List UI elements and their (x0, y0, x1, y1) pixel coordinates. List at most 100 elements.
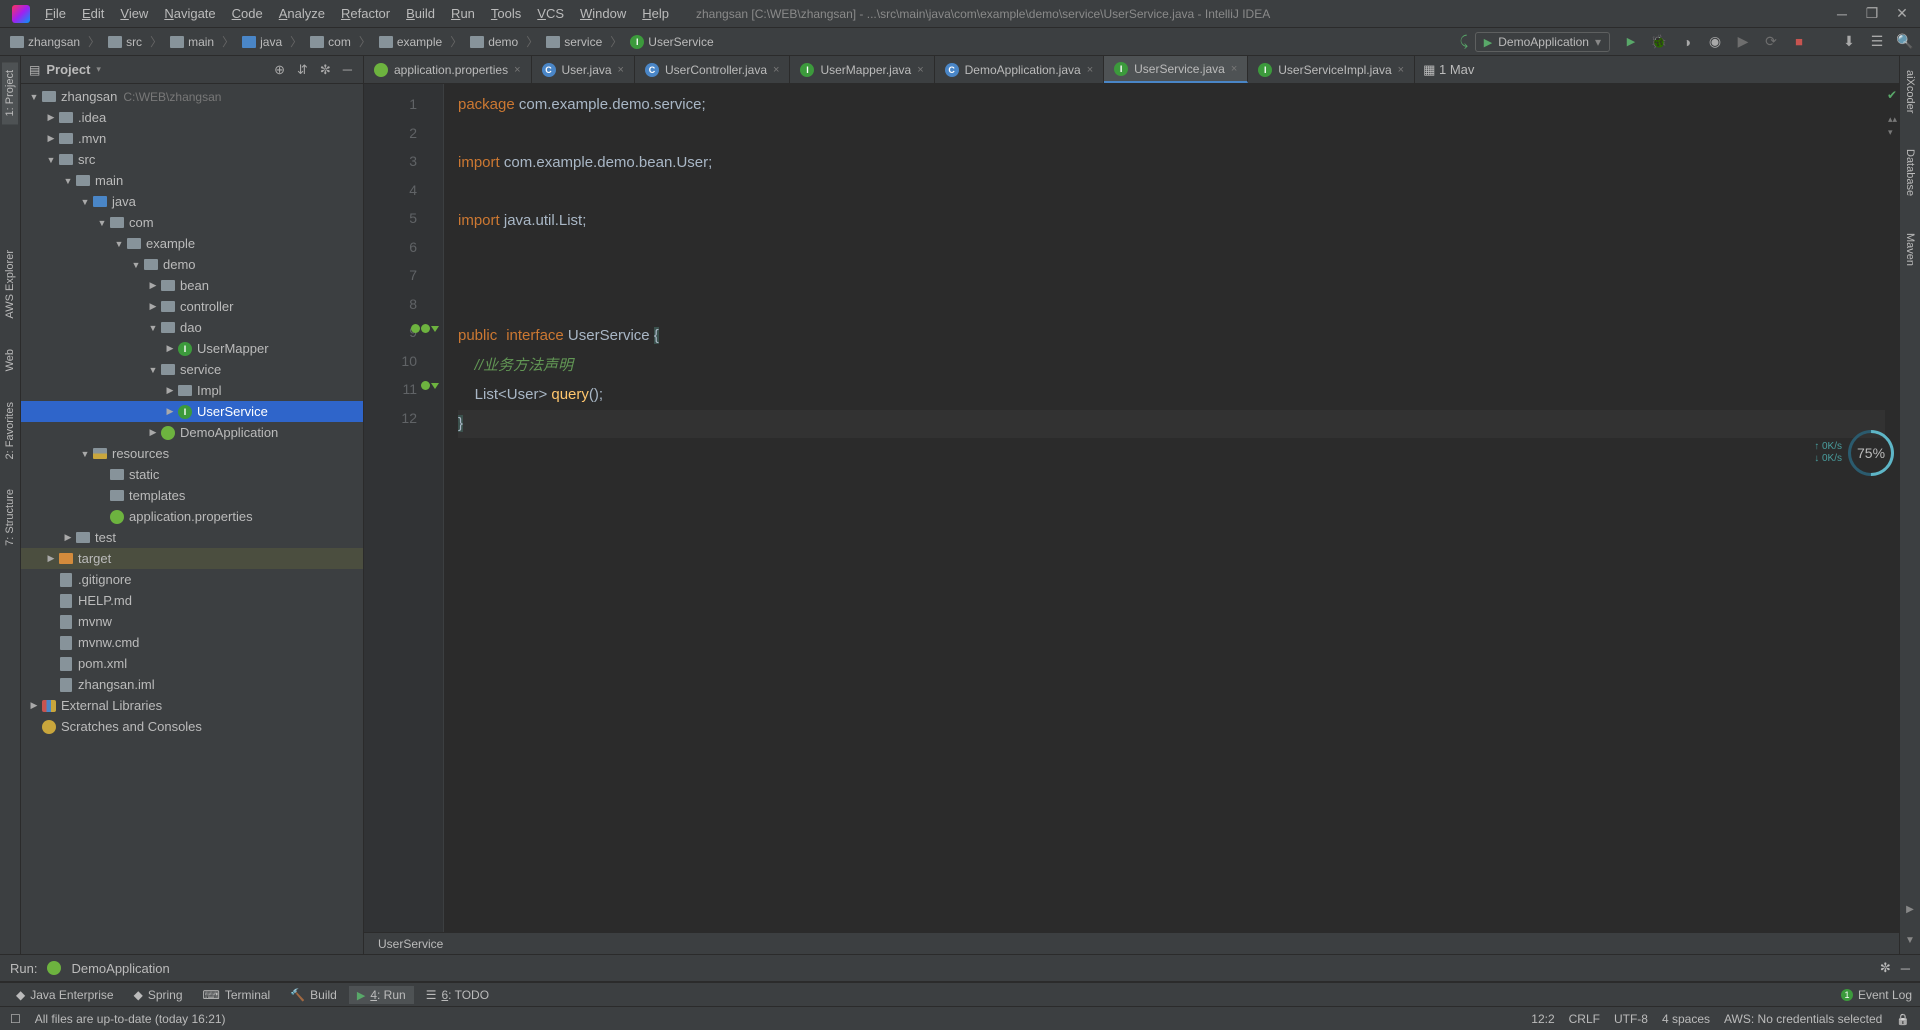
bottom-tab-Java-Enterprise[interactable]: ◆Java Enterprise (8, 986, 122, 1004)
tree-node-Impl[interactable]: ▶Impl (21, 380, 363, 401)
breadcrumb-service[interactable]: service〉 (542, 31, 626, 52)
web-tab[interactable]: Web (2, 341, 18, 379)
run-settings-icon[interactable]: ✼ (1880, 960, 1891, 976)
locate-icon[interactable]: ⊕ (271, 62, 288, 78)
memory-widget[interactable]: ↑ 0K/s ↓ 0K/s 75% (1814, 430, 1894, 476)
tree-node-templates[interactable]: templates (21, 485, 363, 506)
stop-button[interactable] (1790, 33, 1808, 51)
close-tab-icon[interactable]: × (1231, 63, 1237, 75)
tab-User.java[interactable]: CUser.java× (532, 56, 635, 83)
tab-application.properties[interactable]: application.properties× (364, 56, 532, 83)
tree-node-UserService[interactable]: ▶IUserService (21, 401, 363, 422)
tree-node-java[interactable]: ▼java (21, 191, 363, 212)
expand-all-icon[interactable]: ⇵ (294, 62, 311, 78)
tree-node-example[interactable]: ▼example (21, 233, 363, 254)
minimize-button[interactable]: ─ (1828, 3, 1856, 25)
aws-explorer-tab[interactable]: AWS Explorer (2, 242, 18, 327)
build-icon[interactable]: ⤹ (1455, 33, 1473, 51)
rerun-icon[interactable]: ⟳ (1762, 33, 1780, 51)
tree-node-dao[interactable]: ▼dao (21, 317, 363, 338)
run-hide-icon[interactable]: ─ (1901, 961, 1910, 976)
run-config-selector[interactable]: DemoApplication ▾ (1475, 32, 1610, 52)
menu-view[interactable]: View (113, 2, 155, 25)
tree-node-DemoApplication[interactable]: ▶DemoApplication (21, 422, 363, 443)
expand-right-icon[interactable]: ▶ (1906, 904, 1914, 915)
tree-node-HELP.md[interactable]: HELP.md (21, 590, 363, 611)
inspection-ok-icon[interactable]: ✔ (1887, 88, 1897, 102)
maximize-button[interactable]: ❐ (1858, 3, 1886, 25)
tree-node-zhangsan.iml[interactable]: zhangsan.iml (21, 674, 363, 695)
editor-breadcrumb[interactable]: UserService (364, 932, 1899, 954)
tree-node-.mvn[interactable]: ▶.mvn (21, 128, 363, 149)
tree-node-application.properties[interactable]: application.properties (21, 506, 363, 527)
tree-node-pom.xml[interactable]: pom.xml (21, 653, 363, 674)
tree-node-demo[interactable]: ▼demo (21, 254, 363, 275)
aixcoder-tab[interactable]: aiXcoder (1902, 62, 1918, 121)
tree-node-controller[interactable]: ▶controller (21, 296, 363, 317)
menu-code[interactable]: Code (225, 2, 270, 25)
close-button[interactable]: ✕ (1888, 3, 1916, 25)
search-icon[interactable]: 🔍 (1896, 33, 1914, 51)
close-tab-icon[interactable]: × (1398, 64, 1404, 76)
bottom-tab-Terminal[interactable]: ⌨Terminal (195, 986, 279, 1004)
menu-run[interactable]: Run (444, 2, 482, 25)
close-tab-icon[interactable]: × (917, 64, 923, 76)
readonly-lock-icon[interactable] (1896, 1012, 1910, 1026)
tree-node-bean[interactable]: ▶bean (21, 275, 363, 296)
profile-button[interactable]: ◉ (1706, 33, 1724, 51)
tree-node-resources[interactable]: ▼resources (21, 443, 363, 464)
menu-refactor[interactable]: Refactor (334, 2, 397, 25)
tab-UserMapper.java[interactable]: IUserMapper.java× (790, 56, 934, 83)
structure-tab[interactable]: 7: Structure (2, 481, 18, 554)
bottom-tab-Build[interactable]: 🔨Build (282, 986, 345, 1004)
tree-node-src[interactable]: ▼src (21, 149, 363, 170)
project-tree[interactable]: ▼zhangsanC:\WEB\zhangsan▶.idea▶.mvn▼src▼… (21, 84, 363, 954)
tree-node-com[interactable]: ▼com (21, 212, 363, 233)
menu-window[interactable]: Window (573, 2, 633, 25)
bottom-tab-6-TODO[interactable]: ☰6: TODO (418, 986, 497, 1004)
tree-node-main[interactable]: ▼main (21, 170, 363, 191)
line-separator[interactable]: CRLF (1569, 1012, 1600, 1026)
indent-info[interactable]: 4 spaces (1662, 1012, 1710, 1026)
breadcrumb-src[interactable]: src〉 (104, 31, 166, 52)
menu-navigate[interactable]: Navigate (157, 2, 222, 25)
breadcrumb-main[interactable]: main〉 (166, 31, 238, 52)
tree-node-UserMapper[interactable]: ▶IUserMapper (21, 338, 363, 359)
tab-UserService.java[interactable]: IUserService.java× (1104, 56, 1248, 83)
debug-button[interactable] (1650, 33, 1668, 51)
aws-status[interactable]: AWS: No credentials selected (1724, 1012, 1882, 1026)
project-tool-tab[interactable]: 1: Project (2, 62, 18, 124)
tabs-overflow[interactable]: ▦ 1 Mav (1415, 56, 1482, 83)
code-editor[interactable]: package com.example.demo.service; import… (444, 84, 1885, 932)
hide-panel-icon[interactable]: ─ (340, 62, 355, 77)
close-tab-icon[interactable]: × (514, 64, 520, 76)
file-encoding[interactable]: UTF-8 (1614, 1012, 1648, 1026)
breadcrumb-java[interactable]: java〉 (238, 31, 306, 52)
tab-UserServiceImpl.java[interactable]: IUserServiceImpl.java× (1248, 56, 1415, 83)
close-tab-icon[interactable]: × (618, 64, 624, 76)
tree-node-service[interactable]: ▼service (21, 359, 363, 380)
breadcrumb-example[interactable]: example〉 (375, 31, 466, 52)
editor-gutter[interactable]: 1234 5678 9 10 11 12 (364, 84, 444, 932)
caret-position[interactable]: 12:2 (1531, 1012, 1554, 1026)
favorites-tab[interactable]: 2: Favorites (2, 394, 18, 467)
settings-icon[interactable]: ✼ (317, 62, 334, 78)
menu-tools[interactable]: Tools (484, 2, 528, 25)
tree-node-External Libraries[interactable]: ▶External Libraries (21, 695, 363, 716)
tree-node-target[interactable]: ▶target (21, 548, 363, 569)
tree-node-.gitignore[interactable]: .gitignore (21, 569, 363, 590)
vcs-commit-icon[interactable]: ☰ (1868, 33, 1886, 51)
bottom-tab-Spring[interactable]: ◆Spring (126, 986, 191, 1004)
run-button[interactable] (1622, 33, 1640, 51)
close-tab-icon[interactable]: × (1087, 64, 1093, 76)
tree-node-test[interactable]: ▶test (21, 527, 363, 548)
sync-icon[interactable]: ☐ (10, 1012, 21, 1026)
coverage-button[interactable]: ◑ (1678, 33, 1696, 51)
menu-file[interactable]: File (38, 2, 73, 25)
tree-node-mvnw[interactable]: mvnw (21, 611, 363, 632)
breadcrumb-zhangsan[interactable]: zhangsan〉 (6, 31, 104, 52)
close-tab-icon[interactable]: × (773, 64, 779, 76)
breadcrumb-demo[interactable]: demo〉 (466, 31, 542, 52)
tab-UserController.java[interactable]: CUserController.java× (635, 56, 790, 83)
menu-build[interactable]: Build (399, 2, 442, 25)
